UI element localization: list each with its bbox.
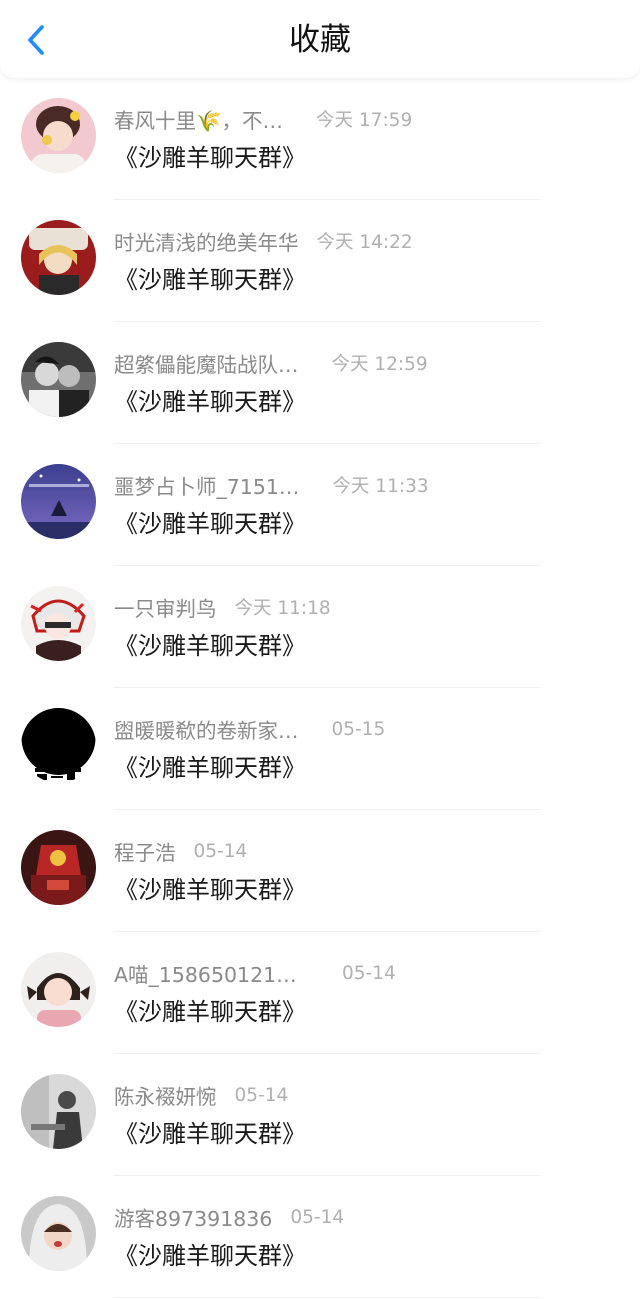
header-bar: 收藏 [0,0,640,78]
timestamp: 05-14 [290,1206,345,1228]
avatar[interactable] [21,1074,96,1149]
timestamp: 今天 11:18 [234,598,331,619]
timestamp: 05-14 [234,1084,289,1106]
timestamp: 今天 14:22 [316,232,413,253]
list-item[interactable]: 盥暖暖欷的卷新家… 05-15 《沙雕羊聊天群》 [0,688,640,810]
message-text: 《沙雕羊聊天群》 [114,1242,306,1270]
list-item[interactable]: 时光清浅的绝美年华 今天 14:22 《沙雕羊聊天群》 [0,200,640,322]
sender-name: 程子浩 [114,841,176,865]
timestamp: 今天 12:59 [331,354,428,375]
avatar[interactable] [21,830,96,905]
avatar[interactable] [21,1196,96,1271]
sender-name: A喵_1586501216… [114,963,309,987]
avatar[interactable] [21,464,96,539]
list-item[interactable]: 游客897391836 05-14 《沙雕羊聊天群》 [0,1176,640,1298]
sender-name: 噩梦占卜师_7151… [114,475,300,499]
avatar[interactable] [21,708,96,783]
message-text: 《沙雕羊聊天群》 [114,998,306,1026]
timestamp: 05-14 [193,840,248,862]
message-text: 《沙雕羊聊天群》 [114,144,306,172]
message-text: 《沙雕羊聊天群》 [114,632,306,660]
message-text: 《沙雕羊聊天群》 [114,1120,306,1148]
sender-name: 时光清浅的绝美年华 [114,231,299,255]
avatar[interactable] [21,586,96,661]
timestamp: 05-15 [331,718,386,740]
message-text: 《沙雕羊聊天群》 [114,266,306,294]
message-text: 《沙雕羊聊天群》 [114,510,306,538]
list-item[interactable]: 春风十里🌾，不… 今天 17:59 《沙雕羊聊天群》 [0,78,640,200]
list-item[interactable]: 陈永裰妍惋 05-14 《沙雕羊聊天群》 [0,1054,640,1176]
list-item[interactable]: 噩梦占卜师_7151… 今天 11:33 《沙雕羊聊天群》 [0,444,640,566]
page-title: 收藏 [289,22,351,58]
message-text: 《沙雕羊聊天群》 [114,754,306,782]
list-item[interactable]: 一只审判鸟 今天 11:18 《沙雕羊聊天群》 [0,566,640,688]
sender-name: 盥暖暖欷的卷新家… [114,719,299,743]
list-item[interactable]: 超綮儡能魔陆战队… 今天 12:59 《沙雕羊聊天群》 [0,322,640,444]
avatar[interactable] [21,342,96,417]
sender-name: 游客897391836 [114,1207,273,1231]
list-item[interactable]: 程子浩 05-14 《沙雕羊聊天群》 [0,810,640,932]
timestamp: 今天 17:59 [316,110,413,131]
list-item[interactable]: A喵_1586501216… 05-14 《沙雕羊聊天群》 [0,932,640,1054]
avatar[interactable] [21,220,96,295]
message-text: 《沙雕羊聊天群》 [114,876,306,904]
message-text: 《沙雕羊聊天群》 [114,388,306,416]
sender-name: 超綮儡能魔陆战队… [114,353,299,377]
timestamp: 今天 11:33 [332,476,429,497]
avatar[interactable] [21,952,96,1027]
favorites-list: 春风十里🌾，不… 今天 17:59 《沙雕羊聊天群》 时光清浅的绝美年华 今天 … [0,78,640,1298]
sender-name: 春风十里🌾，不… [114,109,284,133]
sender-name: 陈永裰妍惋 [114,1085,217,1109]
avatar[interactable] [21,98,96,173]
sender-name: 一只审判鸟 [114,597,217,621]
timestamp: 05-14 [342,962,396,984]
